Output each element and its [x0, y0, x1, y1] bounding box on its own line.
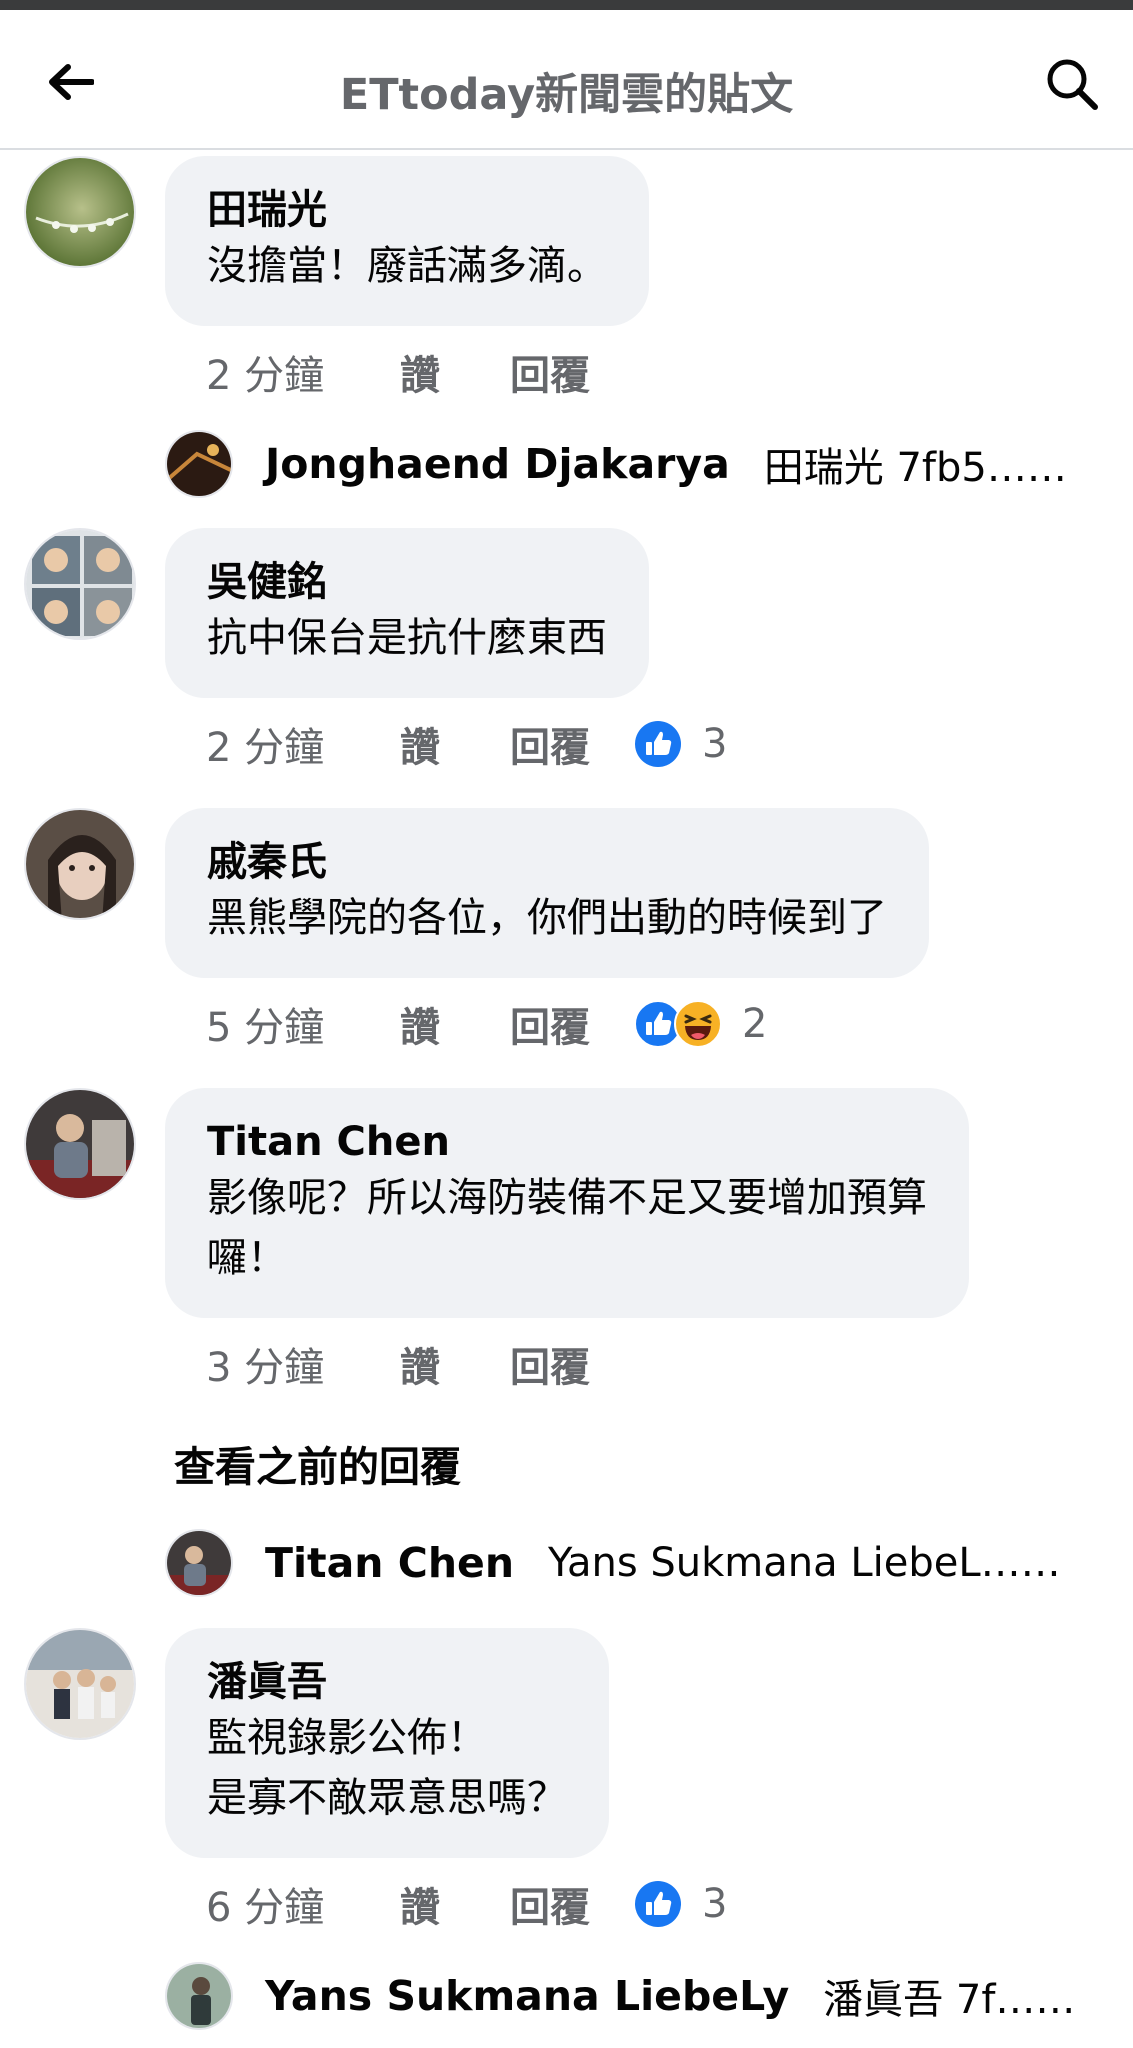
comment-author[interactable]: Titan Chen: [207, 1116, 927, 1168]
like-button[interactable]: 讚: [400, 995, 510, 1053]
reply-button[interactable]: 回覆: [510, 343, 634, 401]
comment-text: 抗中保台是抗什麼東西: [207, 615, 607, 661]
like-button[interactable]: 讚: [400, 1335, 510, 1393]
reaction-count: 3: [702, 721, 728, 767]
comment-bubble[interactable]: 潘眞吾 監視錄影公佈！ 是寡不敵眾意思嗎？: [165, 1628, 609, 1858]
avatar[interactable]: [24, 808, 136, 920]
comment-author[interactable]: 戚秦氏: [207, 836, 887, 888]
comment-time[interactable]: 3 分鐘: [206, 1335, 400, 1393]
comment-bubble[interactable]: 戚秦氏 黑熊學院的各位，你們出動的時候到了: [165, 808, 929, 978]
like-button[interactable]: 讚: [400, 1875, 510, 1933]
status-bar: [0, 0, 1133, 10]
comment-bubble[interactable]: 吳健銘 抗中保台是抗什麼東西: [165, 528, 649, 698]
comment-actions: 6 分鐘 讚 回覆 3: [206, 1874, 727, 1934]
comment-bubble[interactable]: Titan Chen 影像呢？所以海防裝備不足又要增加預算 囉！: [165, 1088, 969, 1318]
reactions-summary[interactable]: [634, 1880, 682, 1928]
reply-button[interactable]: 回覆: [510, 1335, 634, 1393]
reply-button[interactable]: 回覆: [510, 995, 634, 1053]
reply-author: Yans Sukmana LiebeLy: [265, 1972, 790, 2020]
like-icon: [635, 1881, 681, 1927]
comment-author[interactable]: 潘眞吾: [207, 1656, 567, 1708]
comment-time[interactable]: 5 分鐘: [206, 995, 400, 1053]
page-title: ETtoday新聞雲的貼文: [339, 70, 794, 120]
reply-preview[interactable]: Titan Chen Yans Sukmana LiebeL……: [165, 1527, 1061, 1599]
comment-text: 監視錄影公佈！: [207, 1715, 487, 1761]
search-button[interactable]: [1040, 52, 1104, 116]
reply-author: Titan Chen: [265, 1539, 515, 1587]
reply-text: 潘眞吾 7f……: [823, 1977, 1076, 2023]
like-button[interactable]: 讚: [400, 715, 510, 773]
comment-actions: 2 分鐘 讚 回覆 3: [206, 714, 727, 774]
reply-author: Jonghaend Djakarya: [265, 440, 730, 488]
comment-actions: 3 分鐘 讚 回覆: [206, 1334, 634, 1394]
avatar: [165, 1529, 233, 1597]
comment-text: 影像呢？所以海防裝備不足又要增加預算: [207, 1175, 927, 1221]
comment-time[interactable]: 2 分鐘: [206, 343, 400, 401]
reply-text: Yans Sukmana LiebeL……: [548, 1540, 1061, 1586]
like-button[interactable]: 讚: [400, 343, 510, 401]
comment-text: 是寡不敵眾意思嗎？: [207, 1775, 567, 1821]
comment-text: 囉！: [207, 1235, 287, 1281]
reply-preview[interactable]: Yans Sukmana LiebeLy 潘眞吾 7f……: [165, 1960, 1075, 2032]
reactions-summary[interactable]: [634, 720, 682, 768]
reaction-count: 3: [702, 1881, 728, 1927]
search-icon: [1047, 59, 1098, 110]
reply-preview[interactable]: Jonghaend Djakarya 田瑞光 7fb5……: [165, 428, 1067, 500]
avatar: [165, 430, 233, 498]
comment-actions: 5 分鐘 讚 回覆 2: [206, 994, 767, 1054]
view-previous-replies-link[interactable]: 查看之前的回覆: [174, 1433, 461, 1493]
reactions-summary[interactable]: [634, 1000, 722, 1048]
comment-actions: 2 分鐘 讚 回覆: [206, 342, 634, 402]
reply-text: 田瑞光 7fb5……: [763, 445, 1067, 491]
reply-button[interactable]: 回覆: [510, 1875, 634, 1933]
comment-author[interactable]: 吳健銘: [207, 556, 607, 608]
comment-time[interactable]: 6 分鐘: [206, 1875, 400, 1933]
comment-time[interactable]: 2 分鐘: [206, 715, 400, 773]
comment-author[interactable]: 田瑞光: [207, 184, 607, 236]
avatar[interactable]: [24, 1628, 136, 1740]
reply-button[interactable]: 回覆: [510, 715, 634, 773]
avatar[interactable]: [24, 528, 136, 640]
avatar: [165, 1962, 233, 2030]
haha-icon: [674, 1000, 722, 1048]
avatar[interactable]: [24, 156, 136, 268]
comment-bubble[interactable]: 田瑞光 沒擔當！廢話滿多滴。: [165, 156, 649, 326]
comment-text: 黑熊學院的各位，你們出動的時候到了: [207, 895, 887, 941]
comment-text: 沒擔當！廢話滿多滴。: [207, 243, 607, 289]
like-icon: [635, 721, 681, 767]
top-app-bar: ETtoday新聞雲的貼文: [0, 10, 1133, 150]
reaction-count: 2: [742, 1001, 768, 1047]
avatar[interactable]: [24, 1088, 136, 1200]
